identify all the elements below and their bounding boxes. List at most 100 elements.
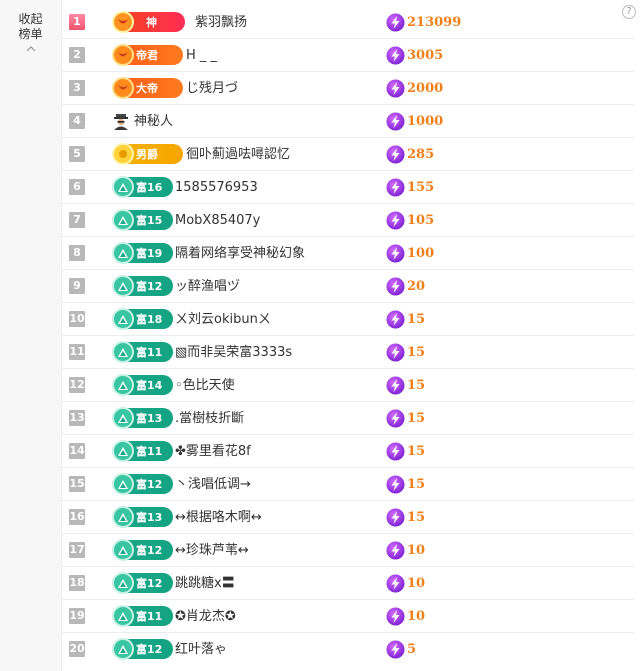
wealth-emblem-icon <box>112 242 134 264</box>
level-badge: 大帝 <box>112 77 183 99</box>
wealth-emblem-icon <box>112 374 134 396</box>
lightning-icon <box>386 178 405 196</box>
mystery-person-icon <box>114 114 128 130</box>
leaderboard-row[interactable]: 13 富13 .當樹枝折斷 15 <box>62 402 634 435</box>
collapse-leaderboard-button[interactable]: 收起榜单 <box>0 0 62 671</box>
badge-label: 富14 <box>136 379 163 392</box>
user-name[interactable]: ▧而非吴荣富3333s <box>175 336 292 369</box>
user-name[interactable]: 紫羽飘扬 <box>195 6 247 39</box>
leaderboard-row[interactable]: 15 富12 丶浅唱低调→ 15 <box>62 468 634 501</box>
leaderboard-list: 1 神紫羽飘扬 213099 2 帝君 H _ _ 3005 3 大帝 じ残月づ 2000 4 神秘人 1… <box>62 6 634 666</box>
leaderboard-row[interactable]: 20 富12 红叶落ゃ 5 <box>62 633 634 666</box>
user-name[interactable]: ◦色比天使 <box>175 369 235 402</box>
score-value: 10 <box>407 575 426 591</box>
wealth-emblem-icon <box>112 440 134 462</box>
score-value: 2000 <box>407 80 444 96</box>
score-value: 15 <box>407 410 426 426</box>
user-name[interactable]: 1585576953 <box>175 171 258 204</box>
level-badge: 富11 <box>112 341 173 363</box>
level-badge: 富19 <box>112 242 173 264</box>
lightning-icon <box>386 508 405 526</box>
score: 2000 <box>386 78 443 98</box>
score-value: 1000 <box>407 113 444 129</box>
user-name[interactable]: ✪肖龙杰✪ <box>175 600 236 633</box>
score-value: 15 <box>407 443 426 459</box>
rank-number: 18 <box>69 575 85 591</box>
leaderboard-row[interactable]: 18 富12 跳跳糖x〓 10 <box>62 567 634 600</box>
score-value: 285 <box>407 146 435 162</box>
wealth-emblem-icon <box>112 209 134 231</box>
level-badge: 帝君 <box>112 44 183 66</box>
user-name[interactable]: ✤雾里看花8f <box>175 435 251 468</box>
score-value: 105 <box>407 212 435 228</box>
rank-number: 15 <box>69 476 85 492</box>
user-name[interactable]: .當樹枝折斷 <box>175 402 244 435</box>
leaderboard-row[interactable]: 7 富15 MobX85407y 105 <box>62 204 634 237</box>
leaderboard-row[interactable]: 4 神秘人 1000 <box>62 105 634 138</box>
lightning-icon <box>386 541 405 559</box>
leaderboard-row[interactable]: 6 富16 1585576953 155 <box>62 171 634 204</box>
badge-label: 富18 <box>136 313 163 326</box>
level-badge: 富11 <box>112 440 173 462</box>
badge-label: 富12 <box>136 643 163 656</box>
score-value: 20 <box>407 278 426 294</box>
god-emblem-icon <box>112 11 134 33</box>
user-name[interactable]: 跳跳糖x〓 <box>175 567 235 600</box>
badge-label: 富11 <box>136 346 163 359</box>
level-badge: 富12 <box>112 473 173 495</box>
rank-number: 6 <box>69 179 85 195</box>
badge-label: 富11 <box>136 445 163 458</box>
rank-number: 7 <box>69 212 85 228</box>
leaderboard-row[interactable]: 2 帝君 H _ _ 3005 <box>62 39 634 72</box>
score-value: 15 <box>407 509 426 525</box>
leaderboard-row[interactable]: 16 富13 ↔根据咯木啊↔ 15 <box>62 501 634 534</box>
leaderboard-row[interactable]: 1 神 紫羽飘扬 213099 <box>62 6 634 39</box>
user-name[interactable]: ッ醉渔唱ヅ <box>175 270 240 303</box>
baron-emblem-icon <box>112 143 134 165</box>
badge-label: 富12 <box>136 478 163 491</box>
emperor-emblem-icon <box>112 77 134 99</box>
score: 15 <box>386 309 425 329</box>
user-name[interactable]: MobX85407y <box>175 204 260 237</box>
rank-number: 17 <box>69 542 85 558</box>
leaderboard-row[interactable]: 11 富11 ▧而非吴荣富3333s 15 <box>62 336 634 369</box>
leaderboard-row[interactable]: 10 富18 ㄨ刘云okibunㄨ 15 <box>62 303 634 336</box>
lightning-icon <box>386 475 405 493</box>
user-name[interactable]: 徊卟薊過呿噚認忆 <box>186 138 290 171</box>
lightning-icon <box>386 277 405 295</box>
wealth-emblem-icon <box>112 605 134 627</box>
user-name[interactable]: ㄨ刘云okibunㄨ <box>175 303 271 336</box>
leaderboard-row[interactable]: 12 富14 ◦色比天使 15 <box>62 369 634 402</box>
level-badge: 富12 <box>112 539 173 561</box>
user-name[interactable]: 丶浅唱低调→ <box>175 468 251 501</box>
rank-number: 16 <box>69 509 85 525</box>
leaderboard-row[interactable]: 19 富11 ✪肖龙杰✪ 10 <box>62 600 634 633</box>
user-name[interactable]: H _ _ <box>186 39 217 72</box>
score: 3005 <box>386 45 443 65</box>
leaderboard-row[interactable]: 3 大帝 じ残月づ 2000 <box>62 72 634 105</box>
leaderboard-row[interactable]: 14 富11 ✤雾里看花8f 15 <box>62 435 634 468</box>
user-name[interactable]: ↔根据咯木啊↔ <box>175 501 262 534</box>
score: 15 <box>386 342 425 362</box>
user-name[interactable]: ↔珍珠芦苇↔ <box>175 534 249 567</box>
lightning-icon <box>386 607 405 625</box>
wealth-emblem-icon <box>112 275 134 297</box>
user-name[interactable]: 隔着网络享受神秘幻象 <box>175 237 305 270</box>
badge-label: 富11 <box>136 610 163 623</box>
leaderboard-row[interactable]: 8 富19 隔着网络享受神秘幻象 100 <box>62 237 634 270</box>
user-name[interactable]: 红叶落ゃ <box>175 633 227 666</box>
leaderboard-row[interactable]: 5 男爵 徊卟薊過呿噚認忆 285 <box>62 138 634 171</box>
rank-number: 10 <box>69 311 85 327</box>
rank-number: 13 <box>69 410 85 426</box>
badge-label: 富15 <box>136 214 163 227</box>
user-name[interactable]: じ残月づ <box>186 72 238 105</box>
level-badge: 富14 <box>112 374 173 396</box>
score-value: 3005 <box>407 47 444 63</box>
user-name[interactable]: 神秘人 <box>134 105 173 138</box>
lightning-icon <box>386 343 405 361</box>
badge-label: 富12 <box>136 577 163 590</box>
score-value: 15 <box>407 476 426 492</box>
leaderboard-row[interactable]: 9 富12 ッ醉渔唱ヅ 20 <box>62 270 634 303</box>
leaderboard-row[interactable]: 17 富12 ↔珍珠芦苇↔ 10 <box>62 534 634 567</box>
lightning-icon <box>386 640 405 658</box>
